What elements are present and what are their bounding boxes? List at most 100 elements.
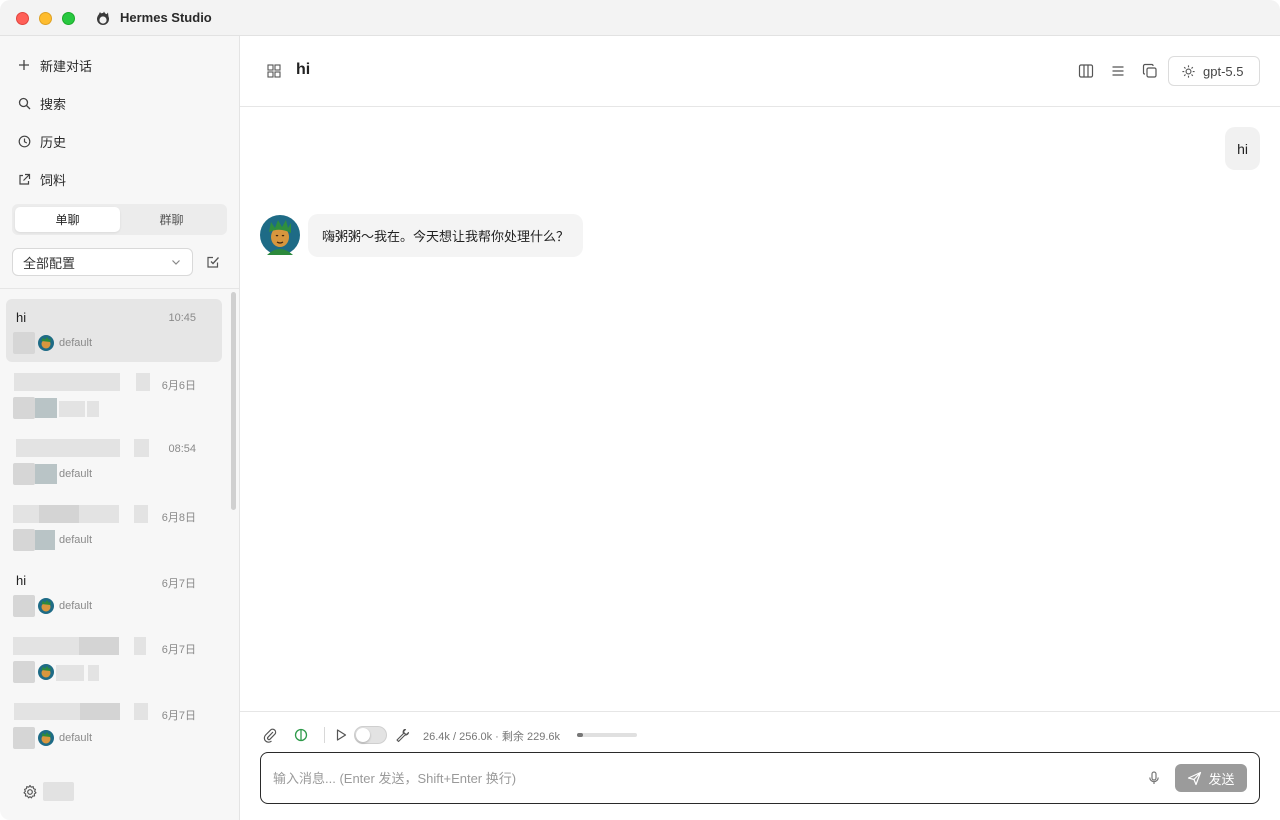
profile-filter-value: 全部配置 [23,255,76,271]
paperclip-icon[interactable] [262,727,278,743]
minimize-window-button[interactable] [39,12,52,25]
conversation-item[interactable]: 6月8日 default [6,496,222,559]
redacted-avatar [35,398,57,418]
redacted-title [79,637,119,655]
conversation-thumbnail [13,727,35,749]
wrench-icon[interactable] [394,727,410,743]
clock-icon [16,133,32,149]
grid-icon[interactable] [266,63,282,79]
sidebar-item-label: 饲料 [40,172,67,188]
redacted-title [136,373,150,391]
model-selector-button[interactable]: gpt-5.5 [1168,56,1260,86]
conversation-item[interactable]: hi 10:45 default [6,299,222,362]
conversation-thumbnail [13,661,35,683]
model-name: gpt-5.5 [1203,63,1244,79]
agent-avatar [38,730,54,746]
sidebar-item-search[interactable]: 搜索 [16,89,216,117]
sidebar-item-label: 新建对话 [40,58,93,74]
tab-group-chat[interactable]: 群聊 [119,207,224,232]
multi-select-icon[interactable] [205,254,221,270]
divider [240,711,1280,712]
sidebar-item-new-chat[interactable]: 新建对话 [16,51,216,79]
tab-single-chat[interactable]: 单聊 [15,207,120,232]
conversation-thumbnail [13,397,35,419]
conversation-title: hi [16,310,27,325]
conversation-item[interactable]: 6月6日 [6,364,222,427]
assistant-avatar [260,215,300,255]
redacted-profile [56,665,84,681]
microphone-icon[interactable] [1146,770,1162,786]
page-title: hi [296,61,311,78]
send-button[interactable]: 发送 [1175,764,1247,792]
columns-icon[interactable] [1077,62,1095,80]
redacted-avatar [35,530,55,550]
context-total: 256.0k [459,731,493,743]
message-input[interactable] [273,761,1123,795]
app-window: Hermes Studio 新建对话 搜索 历史 饲料 单聊 群聊 全部配置 h… [0,0,1280,820]
gear-icon[interactable] [22,784,38,800]
conversation-profile: default [59,600,93,612]
conversation-time: 6月7日 [161,578,196,590]
conversation-time: 6月7日 [161,644,196,656]
play-icon[interactable] [333,727,349,743]
plus-icon [16,57,32,73]
close-window-button[interactable] [16,12,29,25]
user-message: hi [1225,127,1260,170]
context-usage-fill [577,733,584,737]
redacted-title [14,373,120,391]
redacted-title [14,703,80,720]
conversation-title: hi [16,573,27,588]
sidebar: 新建对话 搜索 历史 饲料 单聊 群聊 全部配置 hi 10:45 defaul… [0,36,240,820]
chevron-down-icon [172,260,180,265]
context-usage-bar [577,733,637,737]
redacted-title [13,505,39,523]
conversation-thumbnail [13,463,35,485]
conversation-profile: default [59,468,93,480]
copy-icon[interactable] [1141,62,1159,80]
chat-header: hi gpt-5.5 [240,36,1280,107]
redacted-title [134,505,148,523]
composer: 发送 [260,752,1260,804]
divider [0,288,239,289]
chat-type-segmented-control: 单聊 群聊 [12,204,227,235]
zoom-window-button[interactable] [62,12,75,25]
profile-filter-select[interactable]: 全部配置 [12,248,193,276]
redacted-title [80,703,120,720]
send-icon [1188,771,1202,785]
sidebar-item-label: 历史 [40,134,67,150]
conversation-item[interactable]: hi 6月7日 default [6,562,222,625]
conversation-list-scrollbar[interactable] [231,292,236,510]
redacted-profile [87,401,99,417]
redacted-title [13,637,79,655]
assistant-message: 嗨粥粥～我在。今天想让我帮你处理什么？ [308,214,584,257]
app-logo-icon [97,11,109,25]
conversation-thumbnail [13,529,35,551]
sidebar-item-history[interactable]: 历史 [16,127,216,155]
auto-run-toggle[interactable] [354,726,387,744]
conversation-thumbnail [13,595,35,617]
agent-avatar [38,335,54,351]
search-icon [16,95,32,111]
conversation-profile: default [59,534,93,546]
context-remaining: 剩余 229.6k [501,731,560,743]
redacted-username [43,782,74,801]
divider [324,727,325,743]
redacted-title [134,703,148,720]
conversation-time: 10:45 [168,312,196,324]
redacted-title [16,439,120,457]
external-link-icon [16,171,32,187]
title-bar: Hermes Studio [0,0,1280,36]
context-usage-text: 26.4k / 256.0k · 剩余 229.6k [423,731,560,743]
app-title: Hermes Studio [120,10,212,25]
send-label: 发送 [1208,771,1235,787]
list-icon[interactable] [1109,62,1127,80]
conversation-item[interactable]: 08:54 default [6,430,222,493]
toggle-knob [356,728,370,742]
conversation-time: 6月7日 [161,710,196,722]
sidebar-item-feed[interactable]: 饲料 [16,165,216,193]
skills-icon[interactable] [293,727,309,743]
conversation-item[interactable]: 6月7日 default [6,694,222,757]
sidebar-item-label: 搜索 [40,96,67,112]
redacted-profile [88,665,99,681]
conversation-item[interactable]: 6月7日 [6,628,222,691]
